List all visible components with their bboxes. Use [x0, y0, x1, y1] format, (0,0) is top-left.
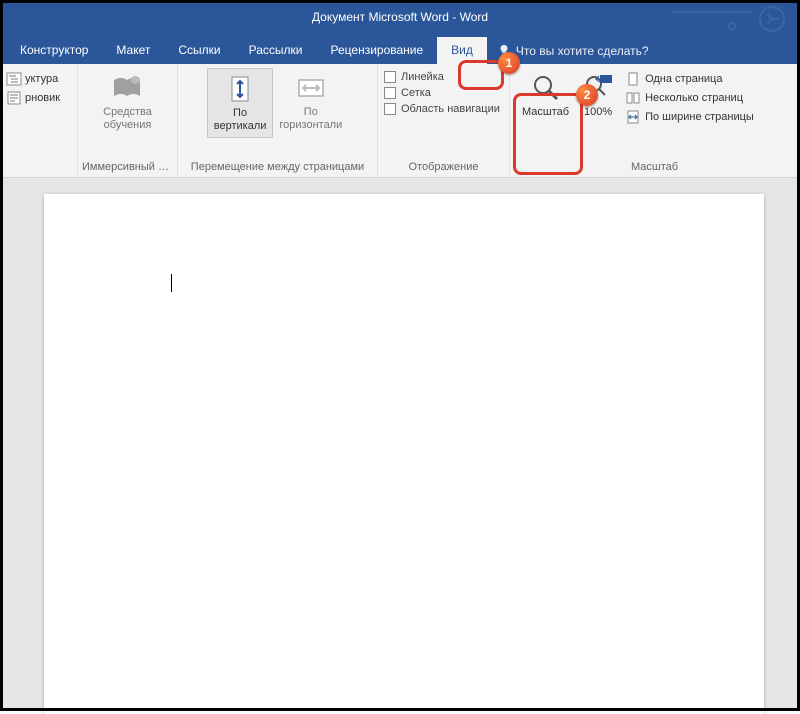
ribbon-tabs: Конструктор Макет Ссылки Рассылки Реценз…: [0, 34, 800, 64]
zoom-button[interactable]: Масштаб: [516, 68, 575, 123]
checkbox-icon: [384, 87, 396, 99]
ribbon: уктура рновик Средства обучения Иммерсив…: [0, 64, 800, 178]
window-title: Документ Microsoft Word - Word: [312, 10, 488, 24]
tab-review[interactable]: Рецензирование: [317, 37, 438, 64]
group-label-zoom: Масштаб: [510, 159, 799, 177]
group-show: Линейка Сетка Область навигации Отображе…: [378, 64, 510, 177]
page-width-button[interactable]: По ширине страницы: [625, 108, 754, 126]
tab-maket[interactable]: Макет: [102, 37, 164, 64]
page-vertical-icon: [227, 74, 253, 104]
tell-me-label: Что вы хотите сделать?: [516, 44, 649, 58]
learning-tools-button[interactable]: Средства обучения: [97, 68, 158, 136]
multi-page-icon: [625, 90, 641, 106]
page-horizontal-icon: [296, 75, 326, 101]
text-cursor: [171, 274, 172, 292]
multi-page-button[interactable]: Несколько страниц: [625, 89, 754, 107]
group-immersive: Средства обучения Иммерсивный ре…: [78, 64, 178, 177]
page-width-icon: [625, 109, 641, 125]
checkbox-icon: [384, 71, 396, 83]
document-area[interactable]: [0, 178, 800, 711]
checkbox-icon: [384, 103, 396, 115]
tab-rassylki[interactable]: Рассылки: [235, 37, 317, 64]
one-page-button[interactable]: Одна страница: [625, 70, 754, 88]
gridlines-checkbox[interactable]: Сетка: [384, 86, 500, 100]
document-page[interactable]: [44, 194, 764, 714]
title-bar: Документ Microsoft Word - Word: [0, 0, 800, 34]
group-zoom: Масштаб 100% Одна страница Несколько стр…: [510, 64, 800, 177]
book-speaker-icon: [111, 74, 143, 102]
view-chernovik[interactable]: рновик: [6, 89, 60, 107]
horizontal-pages-button[interactable]: По горизонтали: [273, 68, 348, 136]
outline-icon: [6, 71, 22, 87]
draft-icon: [6, 90, 22, 106]
group-label-show: Отображение: [378, 159, 509, 177]
magnifier-icon: [531, 73, 561, 103]
group-label-views: [0, 171, 77, 177]
tab-vid[interactable]: Вид: [437, 37, 487, 64]
group-views-left: уктура рновик: [0, 64, 78, 177]
view-mode-list: уктура рновик: [6, 68, 60, 107]
group-label-immersive: Иммерсивный ре…: [78, 159, 177, 177]
group-label-nav: Перемещение между страницами: [178, 159, 377, 177]
watermark-decoration: [672, 4, 792, 34]
group-page-movement: По вертикали По горизонтали Перемещение …: [178, 64, 378, 177]
one-page-icon: [625, 71, 641, 87]
annotation-badge-2: 2: [576, 84, 598, 106]
annotation-badge-1: 1: [498, 52, 520, 74]
tab-konstruktor[interactable]: Конструктор: [6, 37, 102, 64]
navpane-checkbox[interactable]: Область навигации: [384, 102, 500, 116]
tab-ssylki[interactable]: Ссылки: [164, 37, 234, 64]
ruler-checkbox[interactable]: Линейка: [384, 70, 500, 84]
view-struktura[interactable]: уктура: [6, 70, 60, 88]
vertical-pages-button[interactable]: По вертикали: [207, 68, 274, 138]
